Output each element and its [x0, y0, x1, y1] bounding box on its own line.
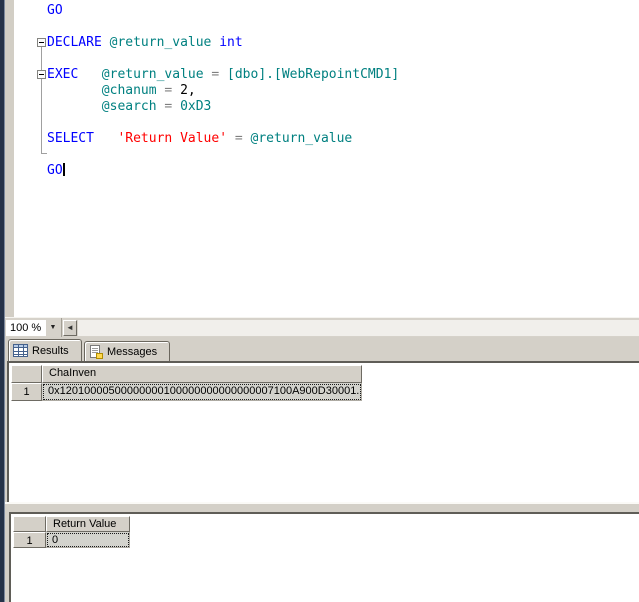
fold-connector-line [41, 79, 47, 154]
ssms-query-window: GO DECLARE @return_value int EXEC @return_… [0, 0, 639, 602]
return-value-grid-panel: Return Value 1 0 [9, 512, 639, 602]
tab-label: Messages [107, 345, 158, 358]
code-line: @chanum = 2, [101, 83, 196, 98]
divider [61, 318, 62, 337]
grid-corner-cell[interactable] [11, 365, 42, 383]
column-header[interactable]: Return Value [46, 516, 130, 532]
code-line: DECLARE @return_value int [47, 35, 243, 50]
fold-collapse-icon[interactable] [37, 38, 46, 47]
messages-doc-icon [89, 344, 103, 359]
tab-results[interactable]: Results [8, 339, 82, 361]
code-line: GO [47, 3, 63, 18]
fold-collapse-icon[interactable] [37, 70, 46, 79]
table-row: 1 0x1201000050000000010000000000000000710… [11, 383, 639, 401]
tab-messages[interactable]: Messages [84, 341, 170, 361]
code-line: SELECT 'Return Value' = @return_value [47, 131, 353, 146]
row-number-cell[interactable]: 1 [11, 383, 42, 401]
editor-status-row: 100 % ▼ ◄ [4, 317, 639, 337]
horizontal-scrollbar[interactable] [78, 320, 639, 336]
results-grid-panel: ChaInven 1 0x12010000500000000100000000000… [7, 361, 639, 502]
results-tabstrip: Results Messages [4, 337, 639, 361]
grid-splitter[interactable] [4, 502, 639, 512]
data-cell[interactable]: 0x12010000500000000100000000000000007100… [42, 383, 362, 401]
data-cell[interactable]: 0 [46, 532, 130, 548]
results-grid-icon [13, 344, 28, 357]
text-caret [62, 163, 65, 176]
fold-connector-line [41, 47, 47, 70]
scroll-left-button[interactable]: ◄ [63, 320, 77, 336]
code-line: @search = 0xD3 [101, 99, 212, 114]
sql-code: GO DECLARE @return_value int EXEC @return_… [47, 3, 399, 179]
code-line: GO [47, 163, 65, 178]
column-header[interactable]: ChaInven [42, 365, 362, 383]
dock-edge [0, 0, 5, 602]
table-row: 10 [13, 532, 639, 548]
chevron-down-icon[interactable]: ▼ [46, 320, 60, 336]
zoom-level-value: 100 % [10, 322, 42, 334]
editor-fold-margin [5, 0, 14, 317]
sql-editor[interactable]: GO DECLARE @return_value int EXEC @return_… [0, 0, 639, 317]
code-line: EXEC @return_value = [dbo].[WebRepointCM… [47, 67, 400, 82]
tab-label: Results [32, 344, 69, 357]
zoom-level-select[interactable]: 100 % [6, 320, 46, 336]
grid-corner-cell[interactable] [13, 516, 46, 532]
row-number-cell[interactable]: 1 [13, 532, 46, 548]
